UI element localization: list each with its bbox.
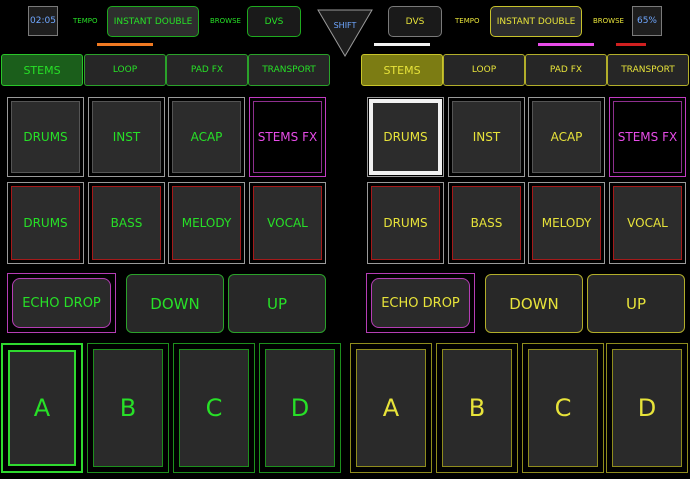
right-pad-drums-2[interactable]: DRUMS [367, 182, 444, 264]
right-browse-label: BROWSE [593, 17, 624, 25]
right-white-indicator [374, 43, 430, 46]
right-browse-button[interactable]: DVS [388, 6, 442, 37]
right-hotcue-d[interactable]: D [606, 343, 688, 473]
left-pad-drums-2[interactable]: DRUMS [7, 182, 84, 264]
right-tab-stems[interactable]: STEMS [361, 54, 443, 86]
right-tab-transport[interactable]: TRANSPORT [607, 54, 689, 86]
pad-label: STEMS FX [253, 101, 322, 173]
left-tab-padfx[interactable]: PAD FX [166, 54, 248, 86]
pad-label: DRUMS [11, 186, 80, 260]
pad-label: VOCAL [613, 186, 682, 260]
left-tempo-button[interactable]: INSTANT DOUBLE [107, 6, 199, 37]
right-up-button[interactable]: UP [587, 274, 685, 333]
left-tab-loop[interactable]: LOOP [84, 54, 166, 86]
hotcue-label: D [612, 349, 682, 467]
left-echo-drop-button[interactable]: ECHO DROP [7, 273, 116, 333]
right-red-indicator [616, 43, 646, 46]
hotcue-label: C [528, 349, 598, 467]
hotcue-label: C [179, 349, 249, 467]
hotcue-label: D [265, 349, 335, 467]
pad-label: BASS [452, 186, 521, 260]
echo-label: ECHO DROP [371, 278, 470, 328]
left-tempo-label: TEMPO [73, 17, 98, 25]
shift-label: SHIFT [333, 21, 357, 30]
left-hotcue-c[interactable]: C [173, 343, 255, 473]
right-magenta-indicator [538, 43, 594, 46]
pad-label: ACAP [532, 101, 601, 173]
left-hotcue-a[interactable]: A [1, 343, 83, 473]
right-tempo-button[interactable]: INSTANT DOUBLE [490, 6, 582, 37]
right-pad-bass[interactable]: BASS [448, 182, 525, 264]
hotcue-label: A [8, 350, 76, 466]
left-browse-button[interactable]: DVS [247, 6, 301, 37]
right-hotcue-a[interactable]: A [350, 343, 432, 473]
pad-label: DRUMS [11, 101, 80, 173]
left-pad-inst[interactable]: INST [88, 97, 165, 177]
pad-label: DRUMS [369, 99, 442, 175]
right-pad-melody[interactable]: MELODY [528, 182, 605, 264]
shift-button[interactable]: SHIFT [317, 9, 373, 57]
right-tab-loop[interactable]: LOOP [443, 54, 525, 86]
left-tab-transport[interactable]: TRANSPORT [248, 54, 330, 86]
left-pad-drums[interactable]: DRUMS [7, 97, 84, 177]
right-pad-drums[interactable]: DRUMS [367, 97, 444, 177]
hotcue-label: A [356, 349, 426, 467]
right-tab-padfx[interactable]: PAD FX [525, 54, 607, 86]
right-down-button[interactable]: DOWN [485, 274, 583, 333]
right-pad-stemsfx[interactable]: STEMS FX [609, 97, 686, 177]
pad-label: MELODY [532, 186, 601, 260]
right-pad-vocal[interactable]: VOCAL [609, 182, 686, 264]
right-hotcue-b[interactable]: B [436, 343, 518, 473]
percent-display: 65% [632, 6, 662, 36]
left-pad-melody[interactable]: MELODY [168, 182, 245, 264]
time-display: 02:05 [28, 6, 58, 36]
left-pad-vocal[interactable]: VOCAL [249, 182, 326, 264]
pad-label: MELODY [172, 186, 241, 260]
shift-triangle-icon [317, 9, 373, 57]
right-tempo-label: TEMPO [455, 17, 480, 25]
right-hotcue-c[interactable]: C [522, 343, 604, 473]
pad-label: VOCAL [253, 186, 322, 260]
right-pad-acap[interactable]: ACAP [528, 97, 605, 177]
left-pad-acap[interactable]: ACAP [168, 97, 245, 177]
left-up-button[interactable]: UP [228, 274, 326, 333]
left-down-button[interactable]: DOWN [126, 274, 224, 333]
hotcue-label: B [93, 349, 163, 467]
right-pad-inst[interactable]: INST [448, 97, 525, 177]
pad-label: INST [92, 101, 161, 173]
left-browse-label: BROWSE [210, 17, 241, 25]
echo-label: ECHO DROP [12, 278, 111, 328]
left-tab-stems[interactable]: STEMS [1, 54, 83, 86]
pad-label: BASS [92, 186, 161, 260]
left-pad-bass[interactable]: BASS [88, 182, 165, 264]
left-pad-stemsfx[interactable]: STEMS FX [249, 97, 326, 177]
hotcue-label: B [442, 349, 512, 467]
pad-label: INST [452, 101, 521, 173]
left-hotcue-d[interactable]: D [259, 343, 341, 473]
pad-label: ACAP [172, 101, 241, 173]
pad-label: STEMS FX [613, 101, 682, 173]
left-orange-indicator [97, 43, 153, 46]
right-echo-drop-button[interactable]: ECHO DROP [366, 273, 475, 333]
left-hotcue-b[interactable]: B [87, 343, 169, 473]
pad-label: DRUMS [371, 186, 440, 260]
